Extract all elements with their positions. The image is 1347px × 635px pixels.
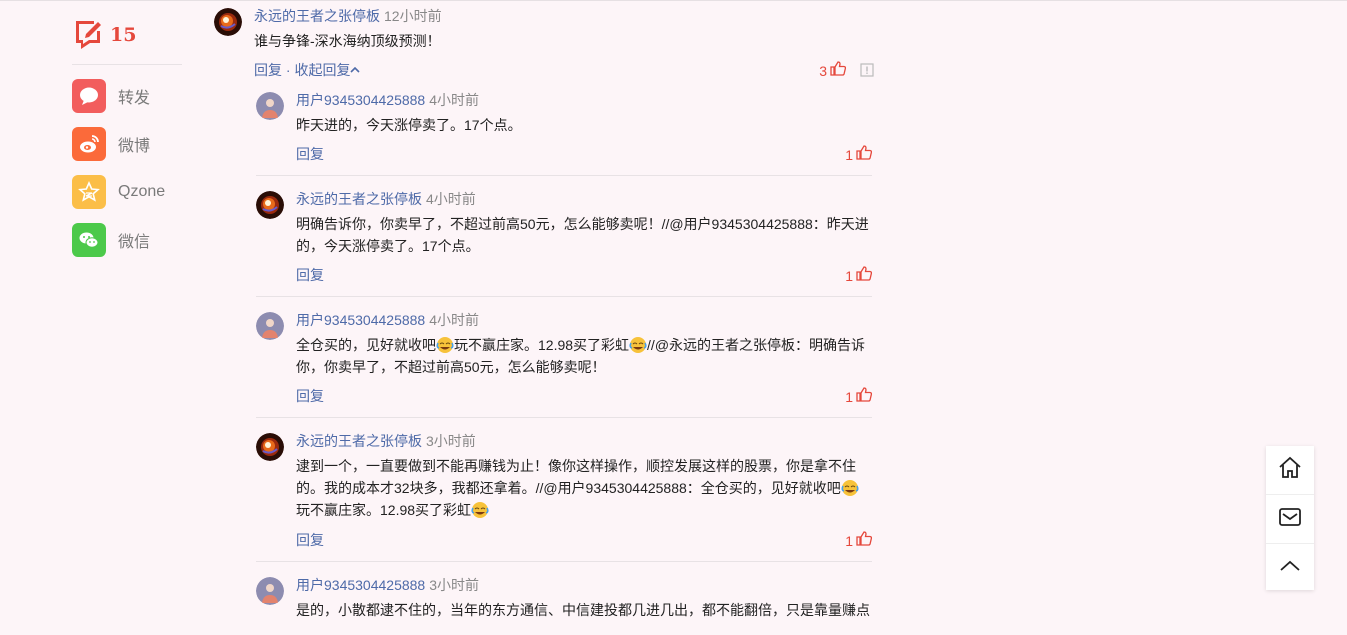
comment-time: 3小时前 — [429, 577, 480, 593]
username-link[interactable]: 用户9345304425888 — [296, 312, 425, 328]
reply-button[interactable]: 回复 — [254, 62, 282, 78]
like-button[interactable]: 1 — [845, 265, 873, 287]
reply-item: 用户9345304425888 4小时前 全仓买的，见好就收吧 玩不赢庄家。12.9… — [256, 310, 873, 418]
reply-button[interactable]: 回复 — [296, 265, 324, 285]
laughing-crying-emoji-icon — [841, 480, 859, 496]
avatar[interactable] — [256, 191, 284, 219]
thumbs-up-icon — [827, 60, 847, 82]
laughing-crying-emoji-icon — [629, 337, 647, 353]
username-link[interactable]: 永远的王者之张停板 — [296, 191, 422, 207]
message-button[interactable] — [1266, 494, 1314, 543]
home-button[interactable] — [1266, 446, 1314, 494]
reply-item: 永远的王者之张停板 3小时前 逮到一个，一直要做到不能再赚钱为止！像你这样操作，顺… — [256, 431, 873, 562]
reply-button[interactable]: 回复 — [296, 144, 324, 164]
comment-text: 昨天进的，今天涨停卖了。17个点。 — [296, 117, 522, 133]
like-count: 1 — [845, 268, 853, 284]
back-to-top-button[interactable] — [1266, 543, 1314, 592]
share-qzone[interactable]: Qzone — [72, 175, 184, 209]
avatar[interactable] — [256, 92, 284, 120]
floating-toolbar — [1266, 446, 1314, 590]
share-forward[interactable]: 转发 — [72, 79, 184, 113]
share-divider — [72, 64, 182, 65]
report-icon[interactable] — [860, 63, 874, 77]
username-link[interactable]: 用户9345304425888 — [296, 577, 425, 593]
comment-header: 永远的王者之张停板 4小时前 — [296, 189, 476, 209]
share-weibo[interactable]: 微博 — [72, 127, 184, 161]
comment-header: 用户9345304425888 3小时前 — [296, 575, 479, 595]
reply-item: 永远的王者之张停板 4小时前 明确告诉你，你卖早了，不超过前高50元，怎么能够卖呢… — [256, 189, 873, 297]
avatar[interactable] — [256, 312, 284, 340]
comment-header: 永远的王者之张停板 12小时前 — [254, 6, 442, 26]
reply-item: 用户9345304425888 3小时前 是的，小散都逮不住的，当年的东方通信、中… — [256, 575, 872, 635]
comment-text: 明确告诉你，你卖早了，不超过前高50元，怎么能够卖呢！//@用户93453044… — [296, 216, 869, 254]
like-count: 1 — [845, 389, 853, 405]
username-link[interactable]: 用户9345304425888 — [296, 92, 425, 108]
share-panel: 15 转发 微博 Qzone 微信 — [72, 18, 184, 257]
main-comment: 永远的王者之张停板 12小时前 谁与争锋-深水海纳顶级预测！ 回复 · 收起回复 … — [214, 6, 874, 86]
comment-text: 是的，小散都逮不住的，当年的东方通信、中信建投都几进几出，都不能翻倍，只是靠量赚… — [296, 602, 870, 618]
thumbs-up-icon — [853, 386, 873, 408]
share-wechat-label: 微信 — [118, 234, 151, 251]
chevron-up-icon — [350, 62, 361, 78]
comment-header: 永远的王者之张停板 3小时前 — [296, 431, 476, 451]
username-link[interactable]: 永远的王者之张停板 — [296, 433, 422, 449]
like-button[interactable]: 1 — [845, 386, 873, 408]
avatar[interactable] — [256, 433, 284, 461]
like-button[interactable]: 1 — [845, 530, 873, 552]
reply-item: 用户9345304425888 4小时前 昨天进的，今天涨停卖了。17个点。 回复… — [256, 90, 873, 176]
share-forward-label: 转发 — [118, 90, 151, 107]
comment-text: 谁与争锋-深水海纳顶级预测！ — [254, 33, 441, 49]
like-button[interactable]: 1 — [845, 144, 873, 166]
collapse-replies-button[interactable]: 收起回复 — [294, 62, 361, 78]
comment-header: 用户9345304425888 4小时前 — [296, 310, 479, 330]
comment-count-number: 15 — [110, 24, 137, 46]
avatar[interactable] — [214, 8, 242, 36]
share-qzone-label: Qzone — [118, 183, 166, 200]
share-weibo-label: 微博 — [118, 138, 151, 155]
comment-actions: 回复 · 收起回复 — [254, 60, 361, 80]
laughing-crying-emoji-icon — [436, 337, 454, 353]
comment-time: 4小时前 — [429, 312, 480, 328]
like-count: 3 — [819, 63, 827, 79]
top-divider — [0, 0, 1347, 1]
comment-time: 4小时前 — [429, 92, 480, 108]
mail-icon — [1277, 504, 1303, 535]
share-wechat[interactable]: 微信 — [72, 223, 184, 257]
thumbs-up-icon — [853, 530, 873, 552]
wechat-icon — [72, 223, 106, 257]
like-count: 1 — [845, 533, 853, 549]
comment-text: 逮到一个，一直要做到不能再赚钱为止！像你这样操作，顺控发展这样的股票，你是拿不住… — [296, 455, 871, 521]
chat-bubble-icon — [72, 79, 106, 113]
like-count: 1 — [845, 147, 853, 163]
comment-header: 用户9345304425888 4小时前 — [296, 90, 479, 110]
username-link[interactable]: 永远的王者之张停板 — [254, 8, 380, 24]
comment-time: 12小时前 — [384, 8, 442, 24]
avatar[interactable] — [256, 577, 284, 605]
weibo-icon — [72, 127, 106, 161]
comment-time: 4小时前 — [426, 191, 476, 207]
like-button[interactable]: 3 — [819, 60, 847, 82]
qzone-star-icon — [72, 175, 106, 209]
reply-button[interactable]: 回复 — [296, 386, 324, 406]
thumbs-up-icon — [853, 144, 873, 166]
home-icon — [1277, 455, 1303, 486]
laughing-crying-emoji-icon — [471, 502, 489, 518]
back-to-top-icon — [1277, 553, 1303, 584]
comment-count[interactable]: 15 — [72, 18, 184, 52]
comment-edit-icon — [72, 17, 104, 54]
comment-text: 全仓买的，见好就收吧 玩不赢庄家。12.98买了彩虹//@永远的王者之张停板：明确… — [296, 337, 866, 375]
thumbs-up-icon — [853, 265, 873, 287]
comment-time: 3小时前 — [426, 433, 476, 449]
separator: · — [282, 62, 295, 78]
reply-button[interactable]: 回复 — [296, 530, 324, 550]
